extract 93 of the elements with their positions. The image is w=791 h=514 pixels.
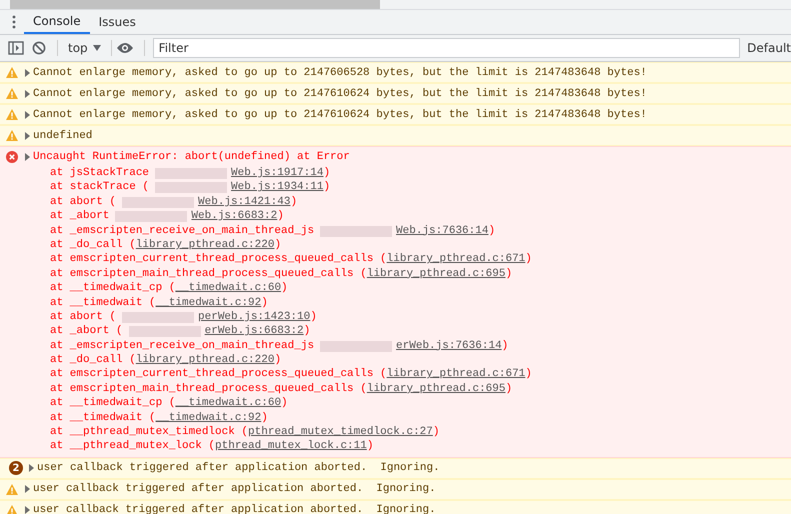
closing-paren: ) xyxy=(366,439,374,454)
warning-icon xyxy=(6,504,18,514)
closing-paren: ) xyxy=(488,224,496,238)
message-text: Uncaught RuntimeError: abort(undefined) at Error xyxy=(33,150,350,162)
stack-frame-text: at _do_call ( xyxy=(50,353,136,368)
scrollbar[interactable] xyxy=(10,0,380,9)
message-text: Cannot enlarge memory, asked to go up to 2147606528 bytes, but the limit is 2147483648 bytes! xyxy=(33,66,647,78)
source-link[interactable]: library_pthread.c:220 xyxy=(136,238,274,252)
source-link[interactable]: Web.js:7636:14 xyxy=(396,224,488,238)
message-text: user callback triggered after application aborted. Ignoring. xyxy=(37,462,440,474)
expand-triangle-icon xyxy=(25,68,30,76)
expand-triangle-icon xyxy=(25,506,30,514)
closing-paren: ) xyxy=(310,310,317,324)
source-link[interactable]: __timedwait.c:92 xyxy=(156,296,262,310)
stack-frame-text: at stackTrace ( xyxy=(50,180,150,195)
source-link[interactable]: Web.js:6683:2 xyxy=(191,209,278,224)
filter-field[interactable]: Filter xyxy=(152,38,740,58)
stack-frame-text: at _abort xyxy=(50,209,110,224)
stack-frame-text: at __timedwait ( xyxy=(50,296,156,310)
closing-paren: ) xyxy=(261,296,268,310)
repeat-count-badge: 2 xyxy=(9,461,23,476)
source-link[interactable]: library_pthread.c:220 xyxy=(136,353,274,368)
stack-frame-text: at __timedwait ( xyxy=(50,410,156,426)
closing-paren: ) xyxy=(281,396,288,411)
closing-paren: ) xyxy=(525,252,532,267)
warning-icon xyxy=(6,109,18,120)
context-dropdown[interactable]: top xyxy=(62,41,107,55)
source-link[interactable]: perWeb.js:1423:10 xyxy=(198,310,310,324)
error-icon xyxy=(6,150,18,162)
message-text: Cannot enlarge memory, asked to go up to 2147610624 bytes, but the limit is 2147483648 bytes! xyxy=(33,88,647,100)
stack-frame-text: at _do_call ( xyxy=(50,238,136,252)
stack-frame-text: at abort ( xyxy=(50,310,116,324)
source-link[interactable]: Web.js:1934:11 xyxy=(231,180,324,195)
closing-paren: ) xyxy=(274,353,282,368)
closing-paren: ) xyxy=(525,367,532,382)
caret-icon xyxy=(92,45,101,51)
stack-frame-text: at _abort ( xyxy=(50,324,123,339)
source-link[interactable]: pthread_mutex_timedlock.c:27 xyxy=(248,425,433,440)
warning-icon xyxy=(6,88,18,99)
log-levels-dropdown[interactable]: Default xyxy=(740,41,791,55)
sidebar-toggle-icon[interactable] xyxy=(8,41,24,55)
expand-triangle-icon xyxy=(29,464,34,472)
source-link[interactable]: library_pthread.c:671 xyxy=(386,367,526,382)
expand-triangle-icon xyxy=(25,152,30,160)
source-link[interactable]: Web.js:1421:43 xyxy=(198,194,290,210)
closing-paren: ) xyxy=(432,425,440,440)
message-text: undefined xyxy=(33,130,92,142)
source-link[interactable]: __timedwait.c:60 xyxy=(175,281,282,296)
closing-paren: ) xyxy=(502,338,508,354)
source-link[interactable]: erWeb.js:6683:2 xyxy=(204,324,304,339)
stack-frame-text: at __timedwait_cp ( xyxy=(50,396,176,411)
stack-frame-text: at emscripten_current_thread_process_queued_calls ( xyxy=(50,367,387,382)
warning-icon xyxy=(6,67,18,78)
source-link[interactable]: library_pthread.c:695 xyxy=(366,382,506,396)
eye-icon[interactable] xyxy=(116,43,133,53)
clear-console-icon[interactable] xyxy=(32,41,46,55)
source-link[interactable]: library_pthread.c:695 xyxy=(366,266,506,282)
closing-paren: ) xyxy=(323,180,330,195)
closing-paren: ) xyxy=(505,266,512,282)
stack-frame-text: at abort ( xyxy=(50,194,116,210)
more-options-icon[interactable] xyxy=(12,15,16,29)
stack-frame-text: at __timedwait_cp ( xyxy=(50,281,176,296)
closing-paren: ) xyxy=(505,382,512,396)
stack-frame-text: at emscripten_main_thread_process_queued_calls ( xyxy=(50,266,367,282)
stack-frame-text: at emscripten_current_thread_process_queued_calls ( xyxy=(50,252,387,267)
closing-paren: ) xyxy=(261,410,268,426)
stack-frame-text: at __pthread_mutex_lock ( xyxy=(50,439,216,454)
closing-paren: ) xyxy=(290,194,298,210)
warning-icon xyxy=(6,484,18,495)
source-link[interactable]: pthread_mutex_lock.c:11 xyxy=(215,439,367,454)
message-text: user callback triggered after application aborted. Ignoring. xyxy=(33,483,436,496)
tab[interactable]: Issues xyxy=(90,10,145,34)
source-link[interactable]: Web.js:1917:14 xyxy=(231,166,324,180)
closing-paren: ) xyxy=(281,281,288,296)
closing-paren: ) xyxy=(304,324,310,339)
expand-triangle-icon xyxy=(25,485,30,494)
expand-triangle-icon xyxy=(25,110,30,118)
closing-paren: ) xyxy=(323,166,330,180)
stack-frame-text: at jsStackTrace xyxy=(50,166,150,180)
stack-frame-text: at _emscripten_receive_on_main_thread_js xyxy=(50,338,314,354)
expand-triangle-icon xyxy=(25,132,30,140)
message-text: Cannot enlarge memory, asked to go up to 2147610624 bytes, but the limit is 2147483648 bytes! xyxy=(33,108,647,120)
expand-triangle-icon xyxy=(25,90,30,98)
source-link[interactable]: __timedwait.c:60 xyxy=(175,396,282,411)
stack-frame-text: at _emscripten_receive_on_main_thread_js xyxy=(50,224,314,238)
stack-frame-text: at emscripten_main_thread_process_queued_calls ( xyxy=(50,382,367,396)
closing-paren: ) xyxy=(277,209,284,224)
closing-paren: ) xyxy=(274,238,282,252)
warning-icon xyxy=(6,130,18,141)
source-link[interactable]: library_pthread.c:671 xyxy=(386,252,526,267)
source-link[interactable]: __timedwait.c:92 xyxy=(156,410,262,426)
source-link[interactable]: erWeb.js:7636:14 xyxy=(396,338,502,354)
stack-frame-text: at __pthread_mutex_timedlock ( xyxy=(50,425,248,440)
